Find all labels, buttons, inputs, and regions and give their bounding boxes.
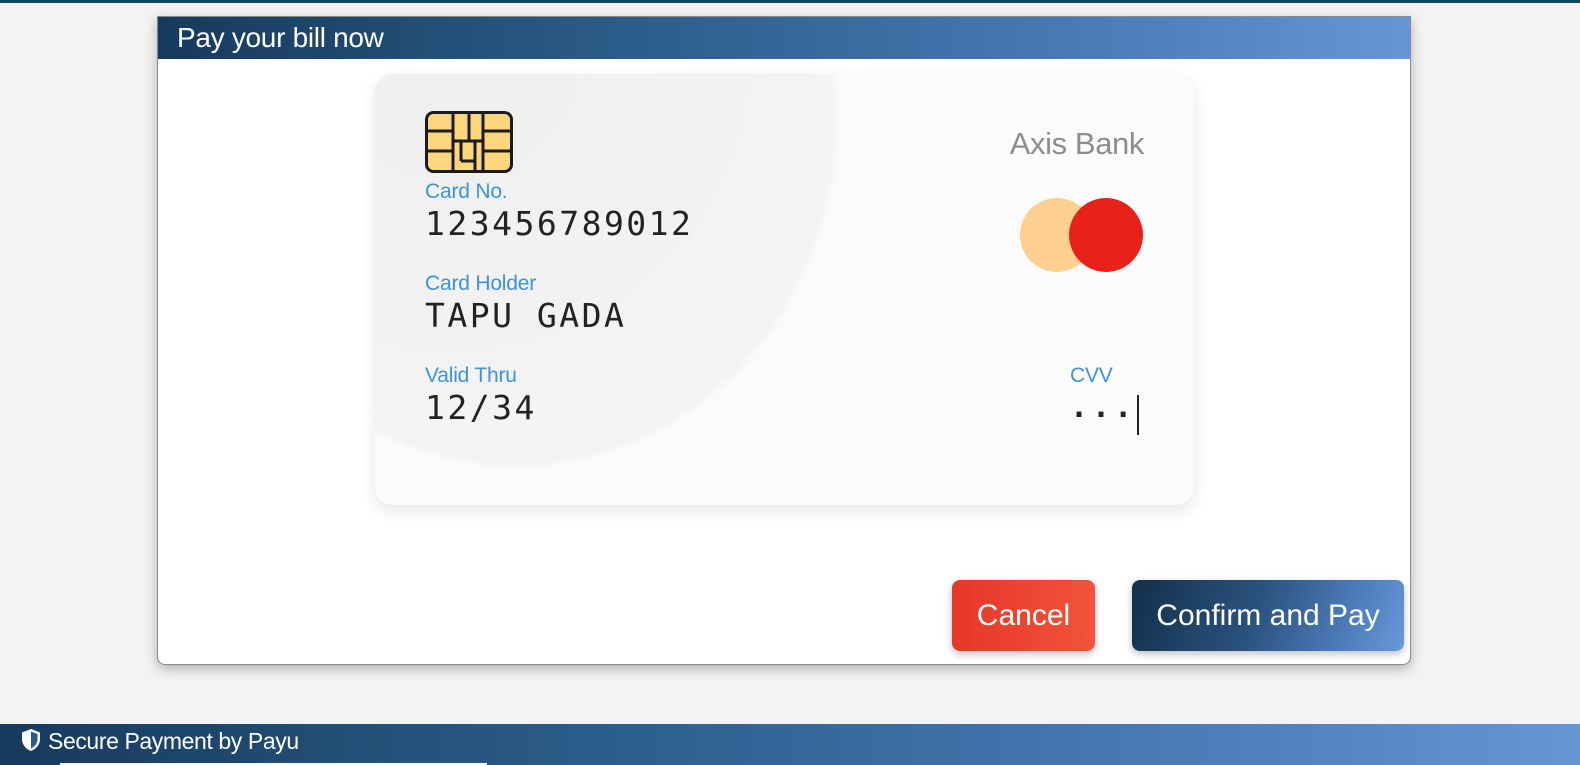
modal-header: Pay your bill now — [158, 17, 1410, 59]
payment-modal: Pay your bill now Card No. 123456789012 … — [157, 16, 1411, 665]
card-number-label: Card No. — [425, 180, 508, 203]
card-number-field[interactable]: 123456789012 — [425, 204, 693, 243]
shield-icon — [22, 729, 40, 751]
chip-icon — [425, 111, 513, 173]
footer-secure-text: Secure Payment by Payu — [48, 728, 299, 754]
bank-name: Axis Bank — [1009, 126, 1145, 161]
cancel-button[interactable]: Cancel — [952, 580, 1095, 651]
secure-payment-footer: Secure Payment by Payu — [0, 724, 1580, 765]
card-holder-label: Card Holder — [425, 272, 537, 295]
cvv-masked-value: ··· — [1070, 397, 1137, 433]
text-caret — [1137, 395, 1140, 435]
modal-title: Pay your bill now — [177, 22, 384, 53]
valid-thru-label: Valid Thru — [425, 364, 517, 387]
cvv-field[interactable]: ··· — [1070, 395, 1140, 435]
card-holder-field[interactable]: TAPU GADA — [425, 296, 626, 335]
top-accent-bar — [0, 0, 1580, 3]
confirm-and-pay-button[interactable]: Confirm and Pay — [1132, 580, 1404, 651]
valid-thru-field[interactable]: 12/34 — [425, 388, 537, 427]
credit-card: Card No. 123456789012 Card Holder TAPU G… — [375, 74, 1194, 505]
cvv-label: CVV — [1070, 364, 1113, 387]
mastercard-right-circle — [1069, 198, 1143, 272]
